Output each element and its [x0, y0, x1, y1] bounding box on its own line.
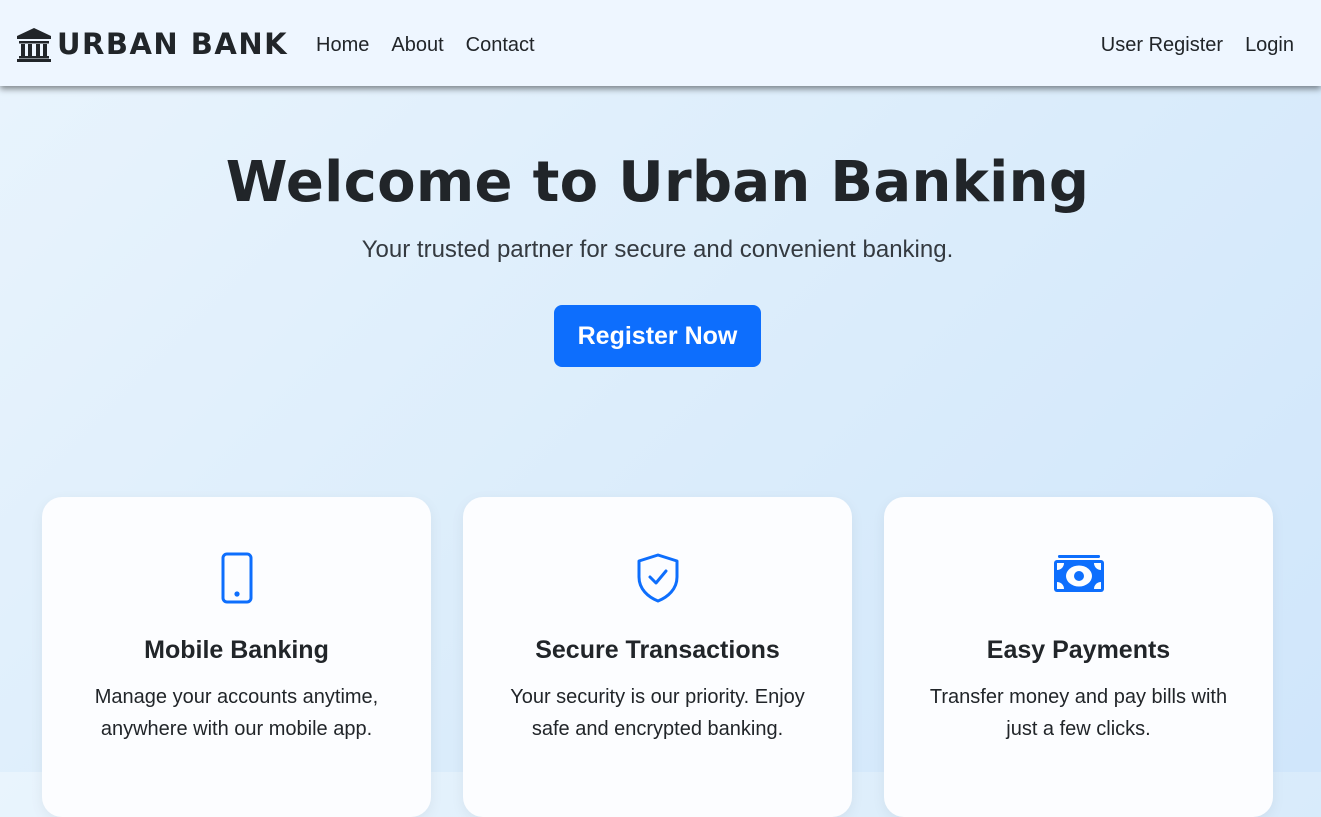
cash-icon [1052, 552, 1106, 600]
brand-logo[interactable]: URBAN BANK [15, 24, 288, 64]
feature-card-easy-payments: Easy Payments Transfer money and pay bil… [884, 497, 1273, 817]
nav-user-register-link[interactable]: User Register [1101, 30, 1223, 60]
feature-title: Mobile Banking [144, 636, 329, 664]
feature-title: Easy Payments [986, 636, 1171, 664]
feature-card-secure-transactions: Secure Transactions Your security is our… [463, 497, 852, 817]
feature-description: Transfer money and pay bills with just a… [929, 686, 1228, 740]
register-now-button[interactable]: Register Now [554, 305, 761, 367]
feature-description: Manage your accounts anytime, anywhere w… [94, 686, 379, 740]
feature-description: Your security is our priority. Enjoy saf… [510, 686, 805, 740]
shield-check-icon [635, 552, 681, 608]
nav-contact-link[interactable]: Contact [466, 30, 535, 60]
feature-card-mobile-banking: Mobile Banking Manage your accounts anyt… [42, 497, 431, 817]
account-nav: User Register Login [1101, 30, 1294, 60]
hero-title: Welcome to Urban Banking [225, 150, 1090, 215]
navbar: URBAN BANK Home About Contact User Regis… [0, 0, 1321, 86]
primary-nav: Home About Contact [316, 30, 535, 60]
nav-about-link[interactable]: About [391, 30, 443, 60]
nav-login-link[interactable]: Login [1245, 30, 1294, 60]
bank-icon [15, 26, 53, 62]
hero-subtitle: Your trusted partner for secure and conv… [361, 236, 954, 263]
nav-home-link[interactable]: Home [316, 30, 369, 60]
mobile-phone-icon [220, 552, 254, 608]
brand-name: URBAN BANK [57, 27, 289, 61]
feature-title: Secure Transactions [535, 636, 780, 664]
